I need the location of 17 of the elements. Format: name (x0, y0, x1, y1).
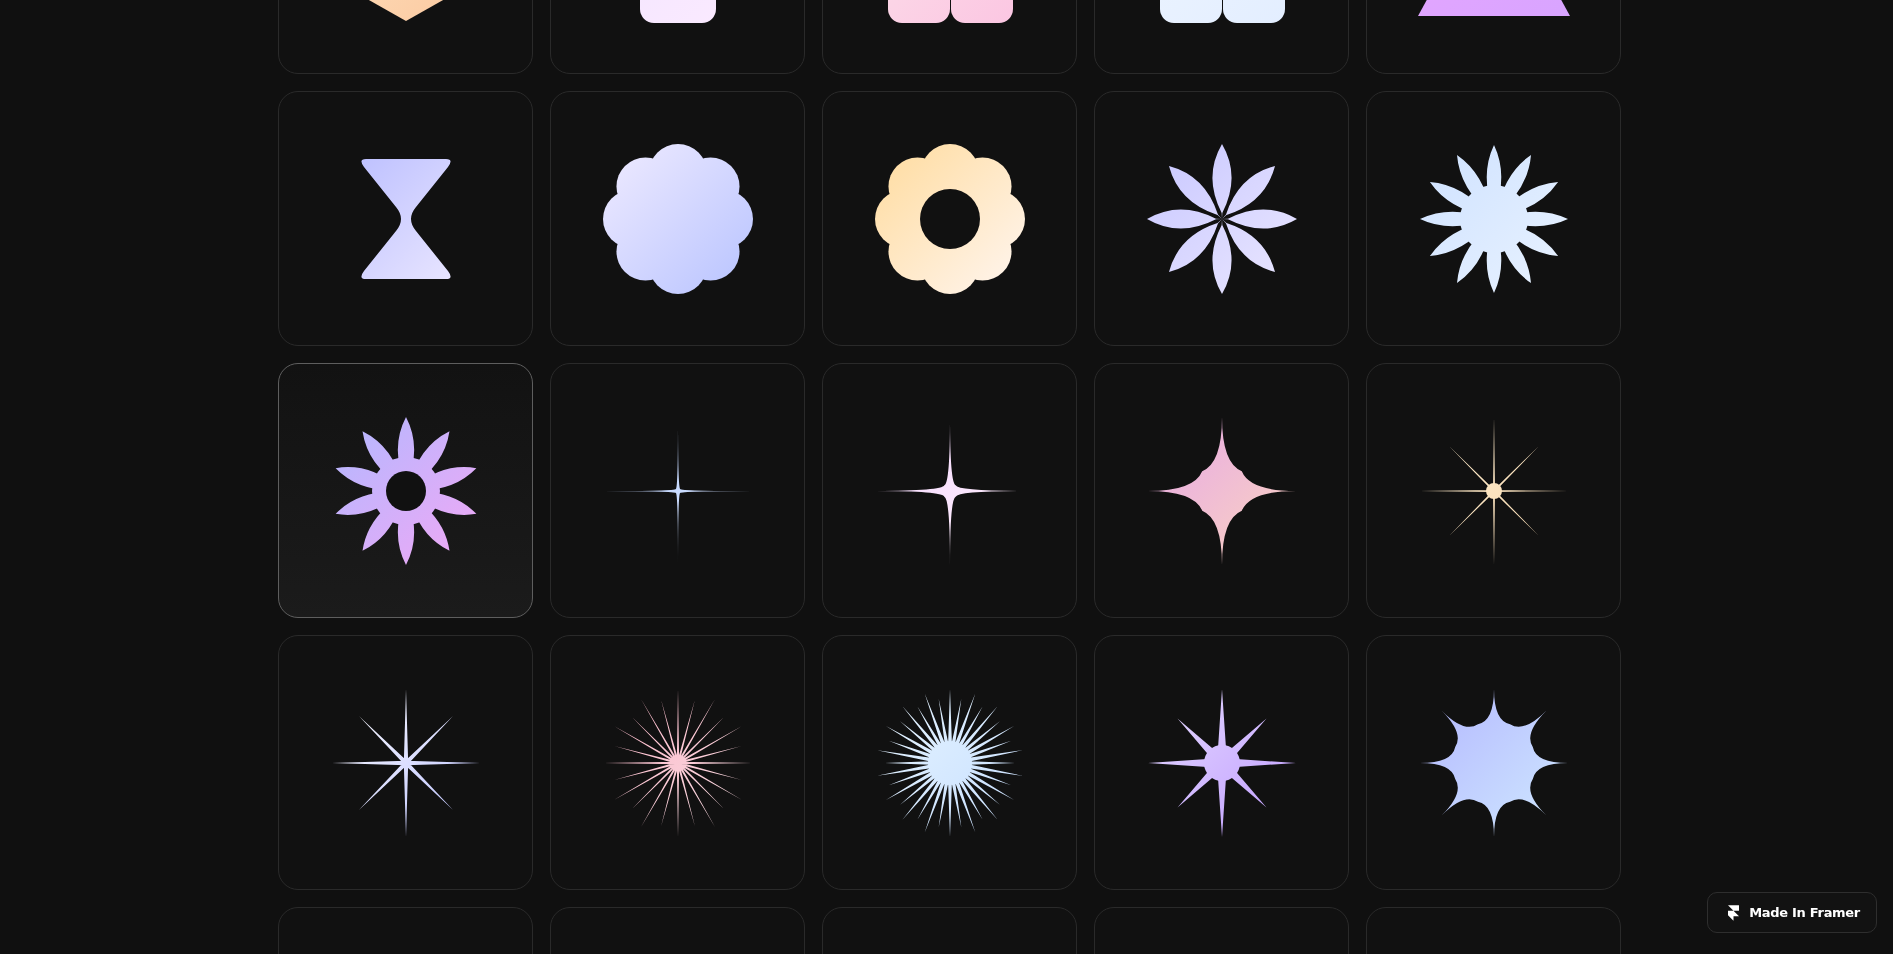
shape-tile[interactable] (278, 363, 533, 618)
shape-tile[interactable] (1094, 635, 1349, 890)
shape-tile[interactable] (1366, 363, 1621, 618)
framer-logo-icon (1728, 904, 1740, 921)
shape-tile[interactable] (278, 91, 533, 346)
shape-tile[interactable] (1094, 363, 1349, 618)
made-in-framer-button[interactable]: Made In Framer (1707, 892, 1877, 933)
shape-tile[interactable] (1366, 91, 1621, 346)
shape-tile[interactable] (822, 635, 1077, 890)
shape-tile[interactable] (1094, 91, 1349, 346)
shape-tile[interactable] (1366, 635, 1621, 890)
shape-tile[interactable] (550, 91, 805, 346)
shape-tile[interactable] (822, 363, 1077, 618)
shape-tile[interactable] (278, 635, 533, 890)
shape-tile[interactable] (550, 635, 805, 890)
shape-tile[interactable] (822, 91, 1077, 346)
shape-tile[interactable] (550, 363, 805, 618)
